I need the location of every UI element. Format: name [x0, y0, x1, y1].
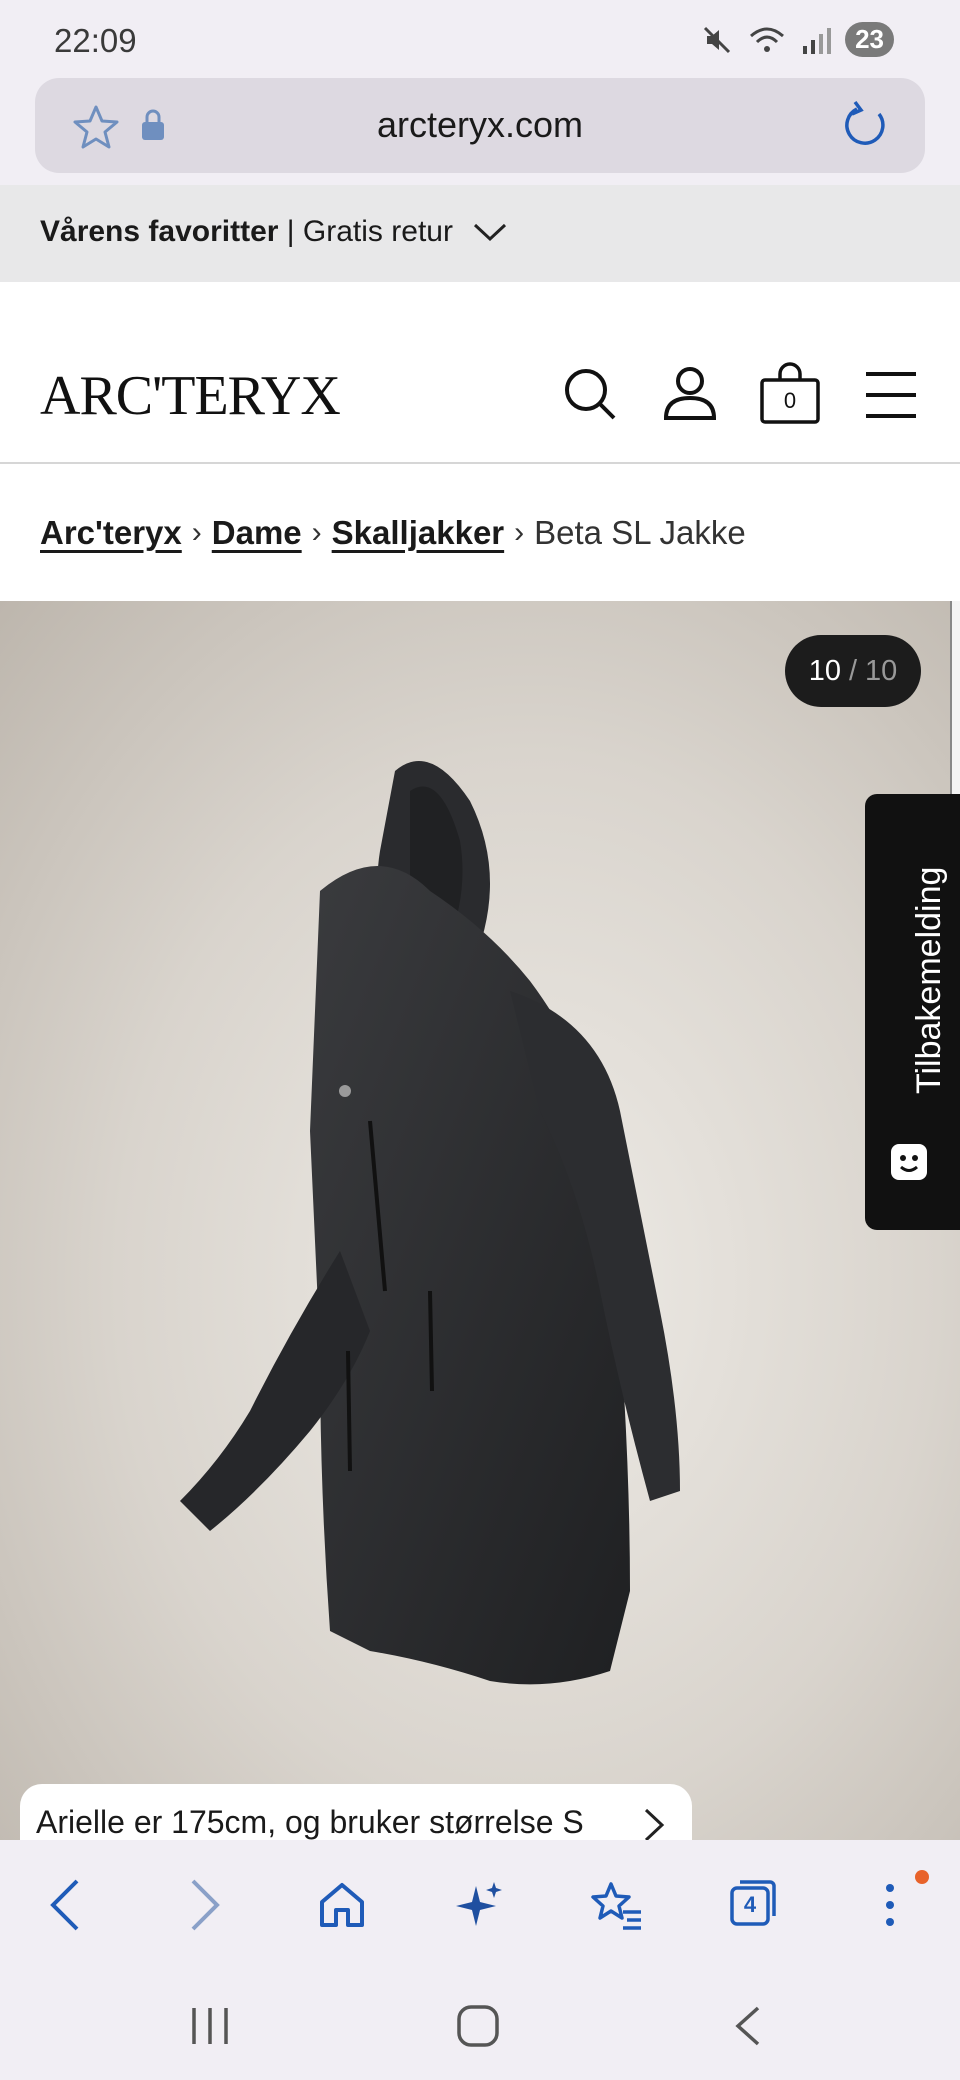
image-counter-current: 10	[808, 654, 841, 687]
more-options-button[interactable]	[855, 1870, 929, 1940]
breadcrumb-link-skalljakker[interactable]: Skalljakker	[332, 514, 504, 552]
breadcrumb: Arc'teryx › Dame › Skalljakker › Beta SL…	[0, 464, 960, 601]
notification-count-badge: 23	[845, 22, 894, 57]
breadcrumb-row: Arc'teryx › Dame › Skalljakker › Beta SL…	[40, 514, 746, 552]
promo-text: Vårens favoritter | Gratis retur	[40, 215, 453, 249]
url-bar[interactable]: arcteryx.com	[35, 78, 925, 173]
bookmarks-button[interactable]	[581, 1870, 651, 1940]
status-icons: 23	[701, 22, 894, 57]
system-navigation-bar	[0, 1970, 960, 2080]
back-button[interactable]	[30, 1870, 100, 1940]
url-text[interactable]: arcteryx.com	[35, 104, 925, 146]
browser-toolbar: 4	[0, 1840, 960, 1970]
product-image-gallery[interactable]: 10 / 10 Tilbakemelding Arielle er 175cm,…	[0, 601, 960, 1840]
status-bar: 22:09 23	[0, 0, 960, 78]
recent-apps-icon[interactable]	[188, 2004, 232, 2048]
image-counter-total: 10	[865, 654, 898, 687]
promo-separator: |	[286, 215, 295, 248]
arrow-left-icon	[50, 1879, 79, 1931]
forward-button[interactable]	[170, 1870, 240, 1940]
site-header: ARC'TERYX 0	[0, 282, 960, 464]
feedback-label: Tilbakemelding	[910, 866, 948, 1094]
feedback-tab[interactable]: Tilbakemelding	[865, 794, 960, 1230]
image-counter-separator: /	[848, 654, 858, 687]
signal-icon	[803, 27, 832, 54]
arrow-right-icon	[191, 1879, 220, 1931]
bookmarks-star-list-icon	[591, 1882, 641, 1930]
chevron-right-icon: ›	[514, 516, 525, 549]
cart-button[interactable]: 0	[758, 362, 822, 426]
cart-count: 0	[783, 388, 797, 413]
sparkle-icon	[456, 1882, 502, 1926]
search-icon[interactable]	[562, 366, 618, 422]
account-icon[interactable]	[662, 364, 718, 422]
home-system-icon[interactable]	[456, 2004, 500, 2048]
promo-bold: Vårens favoritter	[40, 215, 279, 248]
model-size-text: Arielle er 175cm, og bruker størrelse S	[36, 1804, 584, 1840]
wifi-icon	[750, 27, 785, 52]
smiley-chat-icon	[891, 1144, 927, 1180]
status-time: 22:09	[54, 22, 137, 59]
promo-secondary: Gratis retur	[302, 215, 453, 248]
tabs-count: 4	[743, 1892, 757, 1917]
back-system-icon[interactable]	[730, 2004, 766, 2048]
model-size-info[interactable]: Arielle er 175cm, og bruker størrelse S	[20, 1784, 692, 1840]
promo-bar[interactable]: Vårens favoritter | Gratis retur	[0, 185, 960, 282]
arcteryx-logo[interactable]: ARC'TERYX	[40, 364, 341, 428]
reload-icon[interactable]	[839, 100, 889, 152]
image-counter: 10 / 10	[785, 635, 921, 707]
breadcrumb-current: Beta SL Jakke	[534, 514, 746, 551]
chevron-right-icon: ›	[191, 516, 202, 549]
chevron-right-icon	[644, 1808, 665, 1840]
home-button[interactable]	[307, 1870, 377, 1940]
home-icon	[320, 1883, 364, 1927]
mute-icon	[704, 26, 731, 53]
notification-dot	[915, 1870, 929, 1884]
tabs-button[interactable]: 4	[718, 1870, 788, 1940]
more-vertical-icon	[886, 1884, 894, 1926]
chevron-down-icon[interactable]	[472, 217, 508, 247]
product-jacket-image	[180, 761, 680, 1685]
ai-assistant-button[interactable]	[444, 1870, 514, 1940]
chevron-right-icon: ›	[311, 516, 322, 549]
breadcrumb-link-arcteryx[interactable]: Arc'teryx	[40, 514, 182, 552]
menu-hamburger-icon[interactable]	[866, 370, 916, 420]
breadcrumb-link-dame[interactable]: Dame	[212, 514, 302, 552]
